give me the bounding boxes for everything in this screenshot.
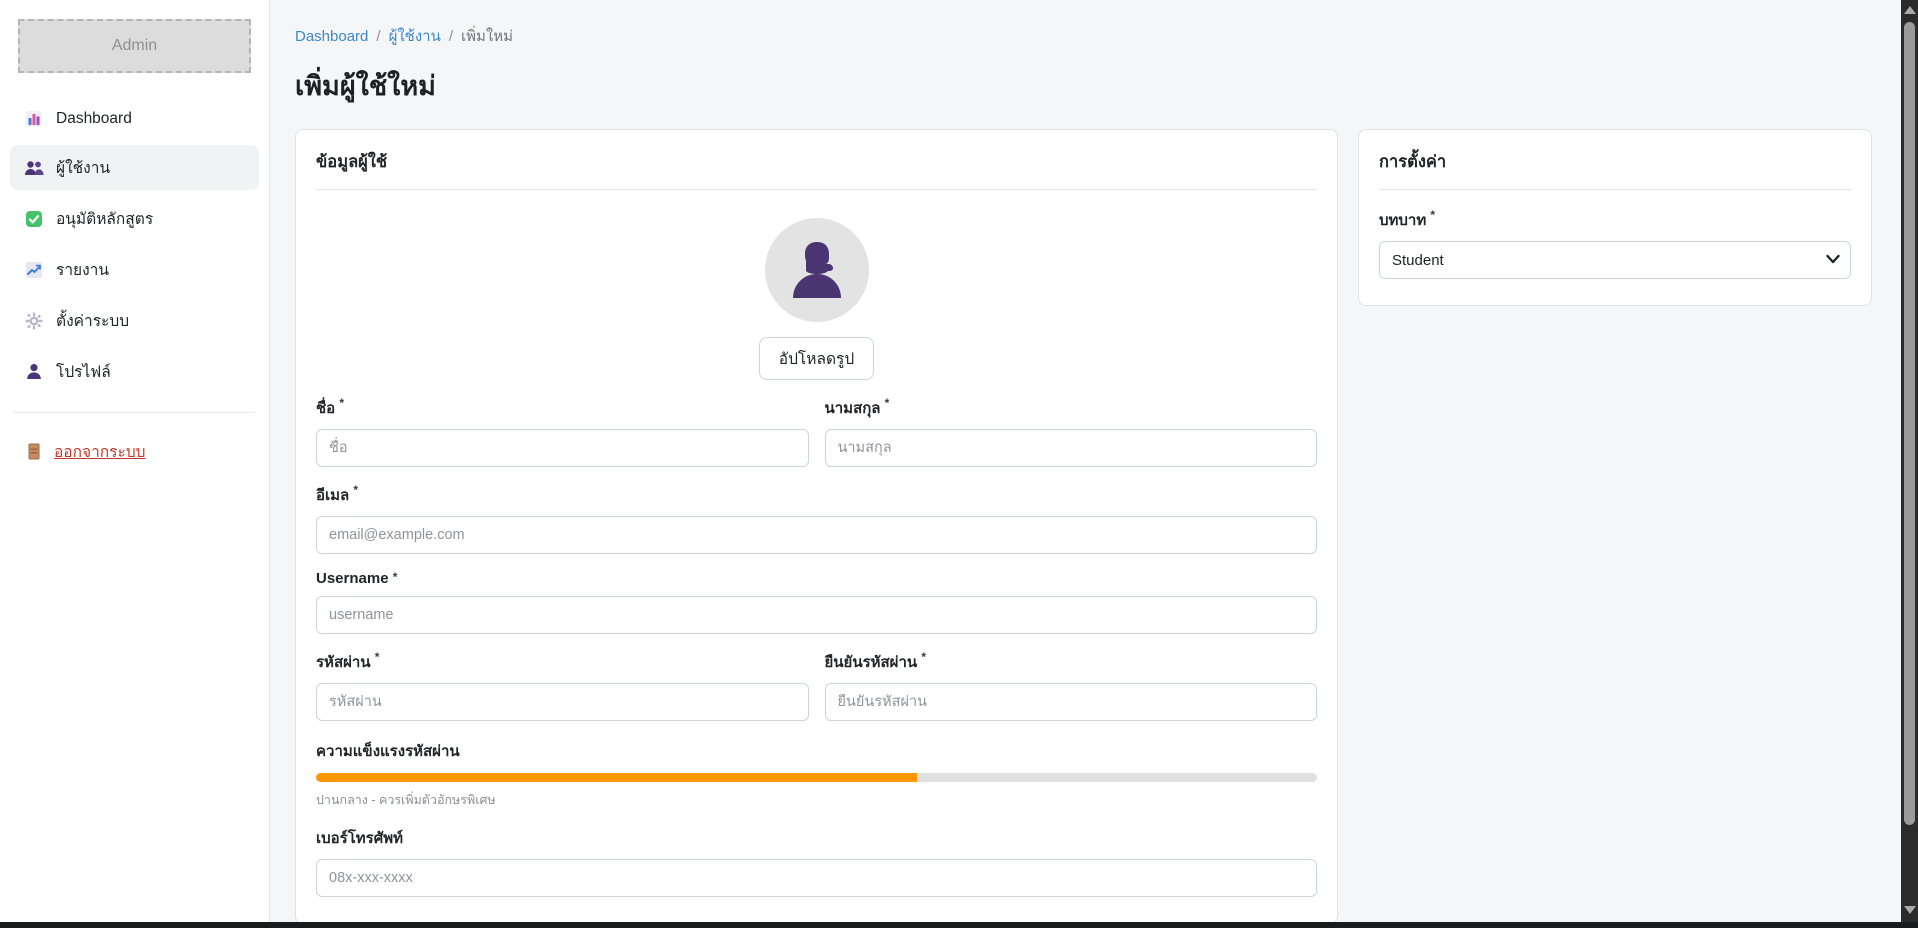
- required-asterisk: *: [1430, 208, 1435, 222]
- scrollbar-thumb[interactable]: [1904, 22, 1915, 825]
- check-box-icon: [24, 209, 44, 229]
- breadcrumb-link-dashboard[interactable]: Dashboard: [295, 28, 368, 45]
- last-name-input[interactable]: [825, 429, 1318, 467]
- sidebar-item-label: รายงาน: [56, 257, 109, 282]
- required-asterisk: *: [885, 396, 890, 410]
- sidebar-item-label: Dashboard: [56, 110, 132, 128]
- first-name-input[interactable]: [316, 429, 809, 467]
- sidebar-item-label: อนุมัติหลักสูตร: [56, 206, 153, 231]
- password-group: รหัสผ่าน *: [316, 634, 809, 721]
- breadcrumb-current: เพิ่มใหม่: [461, 24, 513, 48]
- avatar-section: อัปโหลดรูป: [316, 218, 1317, 380]
- sidebar-divider: [14, 412, 255, 413]
- user-info-card: ข้อมูลผู้ใช้ อัปโหลดรูป: [295, 129, 1338, 924]
- password-strength-hint: ปานกลาง - ควรเพิ่มตัวอักษรพิเศษ: [316, 790, 1317, 810]
- sidebar: Admin Dashboard ผู้ใช้งาน อนุมัติหลักสูต: [0, 0, 270, 928]
- username-input[interactable]: [316, 596, 1317, 634]
- settings-card-title: การตั้งค่า: [1379, 130, 1851, 190]
- role-label: บทบาท *: [1379, 208, 1851, 232]
- password-row: รหัสผ่าน * ยืนยันรหัสผ่าน *: [316, 634, 1317, 721]
- email-label: อีเมล *: [316, 483, 1317, 507]
- bar-chart-icon: [24, 109, 44, 129]
- page-title: เพิ่มผู้ใช้ใหม่: [295, 64, 1872, 107]
- password-label: รหัสผ่าน *: [316, 650, 809, 674]
- first-name-label: ชื่อ *: [316, 396, 809, 420]
- last-name-group: นามสกุล *: [825, 380, 1318, 467]
- required-asterisk: *: [339, 396, 344, 410]
- sidebar-item-label: โปรไฟล์: [56, 359, 111, 384]
- confirm-password-input[interactable]: [825, 683, 1318, 721]
- person-silhouette-icon: [788, 240, 846, 300]
- required-asterisk: *: [375, 650, 380, 664]
- username-group: Username *: [316, 570, 1317, 634]
- user-info-card-title: ข้อมูลผู้ใช้: [316, 130, 1317, 190]
- phone-group: เบอร์โทรศัพท์: [316, 826, 1317, 897]
- user-info-card-body: อัปโหลดรูป ชื่อ * นามสกุล * อีเม: [296, 190, 1337, 923]
- first-name-group: ชื่อ *: [316, 380, 809, 467]
- settings-card: การตั้งค่า บทบาท * Student: [1358, 129, 1872, 306]
- sidebar-item-profile[interactable]: โปรไฟล์: [10, 349, 259, 394]
- sidebar-item-label: ผู้ใช้งาน: [56, 155, 110, 180]
- sidebar-item-course-approval[interactable]: อนุมัติหลักสูตร: [10, 196, 259, 241]
- required-asterisk: *: [353, 483, 358, 497]
- person-icon: [24, 362, 44, 382]
- scrollbar-down-arrow-icon[interactable]: [1904, 906, 1916, 914]
- breadcrumb-link-users[interactable]: ผู้ใช้งาน: [389, 24, 441, 48]
- sidebar-item-reports[interactable]: รายงาน: [10, 247, 259, 292]
- breadcrumb-separator: /: [376, 28, 380, 45]
- window-bottom-edge: [0, 922, 1918, 928]
- sidebar-item-users[interactable]: ผู้ใช้งาน: [10, 145, 259, 190]
- users-icon: [24, 158, 44, 178]
- avatar: [765, 218, 869, 322]
- email-group: อีเมล *: [316, 483, 1317, 554]
- settings-card-body: บทบาท * Student: [1359, 190, 1871, 305]
- name-row: ชื่อ * นามสกุล *: [316, 380, 1317, 467]
- required-asterisk: *: [393, 570, 398, 584]
- phone-input[interactable]: [316, 859, 1317, 897]
- upload-photo-button[interactable]: อัปโหลดรูป: [759, 337, 874, 380]
- confirm-password-label: ยืนยันรหัสผ่าน *: [825, 650, 1318, 674]
- password-strength-section: ความแข็งแรงรหัสผ่าน ปานกลาง - ควรเพิ่มตั…: [316, 739, 1317, 810]
- sidebar-item-system-settings[interactable]: ตั้งค่าระบบ: [10, 298, 259, 343]
- email-input[interactable]: [316, 516, 1317, 554]
- password-strength-label: ความแข็งแรงรหัสผ่าน: [316, 739, 1317, 763]
- last-name-label: นามสกุล *: [825, 396, 1318, 420]
- admin-logo-text: Admin: [112, 37, 157, 55]
- gear-icon: [24, 311, 44, 331]
- main-content: Dashboard / ผู้ใช้งาน / เพิ่มใหม่ เพิ่มผ…: [270, 0, 1901, 928]
- phone-label: เบอร์โทรศัพท์: [316, 826, 1317, 850]
- logout-link[interactable]: ออกจากระบบ: [10, 431, 259, 472]
- logout-label: ออกจากระบบ: [54, 439, 146, 464]
- breadcrumb: Dashboard / ผู้ใช้งาน / เพิ่มใหม่: [295, 24, 1872, 48]
- required-asterisk: *: [921, 650, 926, 664]
- breadcrumb-separator: /: [449, 28, 453, 45]
- app-window: Admin Dashboard ผู้ใช้งาน อนุมัติหลักสูต: [0, 0, 1901, 928]
- password-strength-fill: [316, 773, 917, 782]
- vertical-scrollbar[interactable]: [1901, 0, 1918, 928]
- confirm-password-group: ยืนยันรหัสผ่าน *: [825, 634, 1318, 721]
- scrollbar-up-arrow-icon[interactable]: [1904, 6, 1916, 14]
- role-select-wrap: Student: [1379, 241, 1851, 279]
- content-row: ข้อมูลผู้ใช้ อัปโหลดรูป: [295, 129, 1872, 924]
- password-strength-track: [316, 773, 1317, 782]
- door-icon: [24, 442, 44, 462]
- password-input[interactable]: [316, 683, 809, 721]
- sidebar-item-dashboard[interactable]: Dashboard: [10, 99, 259, 139]
- sidebar-item-label: ตั้งค่าระบบ: [56, 308, 129, 333]
- role-select[interactable]: Student: [1379, 241, 1851, 279]
- username-label: Username *: [316, 570, 1317, 587]
- line-chart-icon: [24, 260, 44, 280]
- sidebar-nav: Dashboard ผู้ใช้งาน อนุมัติหลักสูตร รายง…: [10, 99, 259, 394]
- admin-logo-placeholder: Admin: [18, 19, 251, 73]
